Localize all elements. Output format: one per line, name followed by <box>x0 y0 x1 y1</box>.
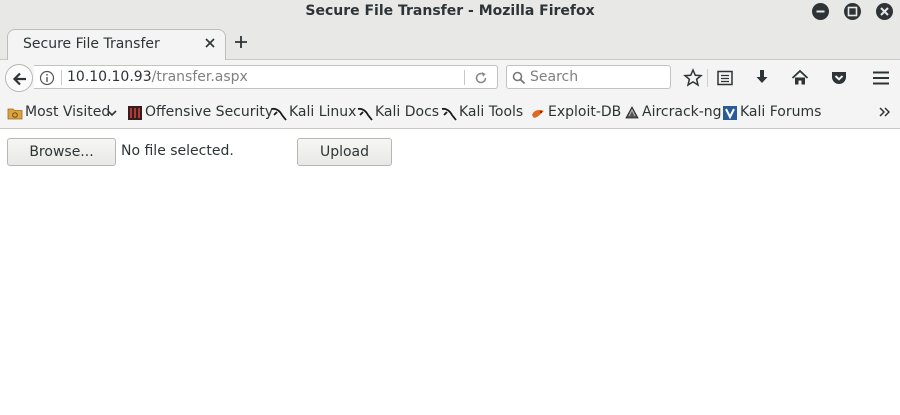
window-titlebar: Secure File Transfer - Mozilla Firefox <box>0 0 900 24</box>
aircrack-icon <box>625 106 639 119</box>
reading-list-icon[interactable] <box>715 68 735 88</box>
bookmark-kali-linux[interactable]: Kali Linux <box>271 104 357 122</box>
close-icon <box>880 7 889 16</box>
close-window-button[interactable] <box>876 3 893 20</box>
browse-button[interactable]: Browse... <box>7 138 116 166</box>
bookmark-label: Kali Docs <box>375 104 440 120</box>
search-input[interactable] <box>530 68 668 86</box>
hamburger-menu-icon[interactable] <box>871 68 891 88</box>
tab-strip: Secure File Transfer <box>0 24 900 61</box>
toolbar-separator <box>707 69 708 87</box>
tab-label: Secure File Transfer <box>23 36 160 52</box>
kali-forums-icon <box>723 106 737 120</box>
pocket-icon[interactable] <box>829 68 849 88</box>
new-tab-icon[interactable] <box>234 35 248 49</box>
url-host: 10.10.10.93 <box>67 69 152 85</box>
maximize-icon <box>847 6 858 17</box>
folder-icon <box>7 108 23 120</box>
url-separator <box>464 70 465 85</box>
bookmark-label: Aircrack-ng <box>642 104 722 120</box>
bookmark-label: Offensive Security <box>145 104 274 120</box>
kali-dragon-icon <box>271 107 287 121</box>
bookmark-kali-tools[interactable]: Kali Tools <box>441 104 526 122</box>
close-tab-icon[interactable] <box>204 37 216 49</box>
url-path: /transfer.aspx <box>151 69 248 85</box>
bookmark-exploit-db[interactable]: Exploit-DB <box>530 104 622 122</box>
offsec-icon <box>128 106 142 120</box>
page-content: Browse... No file selected. Upload <box>0 130 900 415</box>
kali-dragon-icon <box>357 107 373 121</box>
bookmark-kali-docs[interactable]: Kali Docs <box>357 104 440 122</box>
bookmark-star-icon[interactable] <box>683 68 703 88</box>
bookmark-label: Most Visited <box>25 104 111 120</box>
minimize-button[interactable] <box>812 3 829 20</box>
bookmark-most-visited[interactable]: Most Visited <box>7 104 119 122</box>
reload-icon[interactable] <box>474 71 488 85</box>
minimize-icon <box>816 10 825 13</box>
bookmark-label: Kali Linux <box>289 104 357 120</box>
home-icon[interactable] <box>790 68 810 88</box>
chevron-down-icon <box>107 110 117 117</box>
chevron-double-right-icon[interactable] <box>878 106 892 118</box>
kali-dragon-icon <box>441 107 457 121</box>
bookmark-kali-forums[interactable]: Kali Forums <box>722 104 822 122</box>
download-icon[interactable] <box>752 68 772 88</box>
bookmark-label: Kali Tools <box>459 104 524 120</box>
back-arrow-icon <box>12 72 26 86</box>
url-text[interactable]: 10.10.10.93/transfer.aspx <box>67 69 248 85</box>
search-bar[interactable] <box>506 65 671 89</box>
bookmark-offensive-security[interactable]: Offensive Security <box>127 104 273 122</box>
site-info-icon[interactable] <box>39 70 55 86</box>
window-title: Secure File Transfer - Mozilla Firefox <box>305 3 595 19</box>
back-button[interactable] <box>5 64 33 92</box>
bookmark-label: Kali Forums <box>740 104 822 120</box>
url-bar[interactable]: 10.10.10.93/transfer.aspx <box>34 65 498 89</box>
file-status-text: No file selected. <box>121 143 234 159</box>
search-icon <box>512 71 526 85</box>
upload-button[interactable]: Upload <box>297 138 392 166</box>
maximize-button[interactable] <box>844 3 861 20</box>
exploitdb-icon <box>532 110 544 118</box>
navigation-toolbar: 10.10.10.93/transfer.aspx <box>0 60 900 96</box>
url-separator <box>61 70 62 85</box>
bookmarks-toolbar: Most Visited Offensive Security Kali Lin… <box>0 96 900 129</box>
bookmark-aircrack-ng[interactable]: Aircrack-ng <box>624 104 722 122</box>
tab-secure-file-transfer[interactable]: Secure File Transfer <box>7 29 226 61</box>
bookmark-label: Exploit-DB <box>548 104 622 120</box>
